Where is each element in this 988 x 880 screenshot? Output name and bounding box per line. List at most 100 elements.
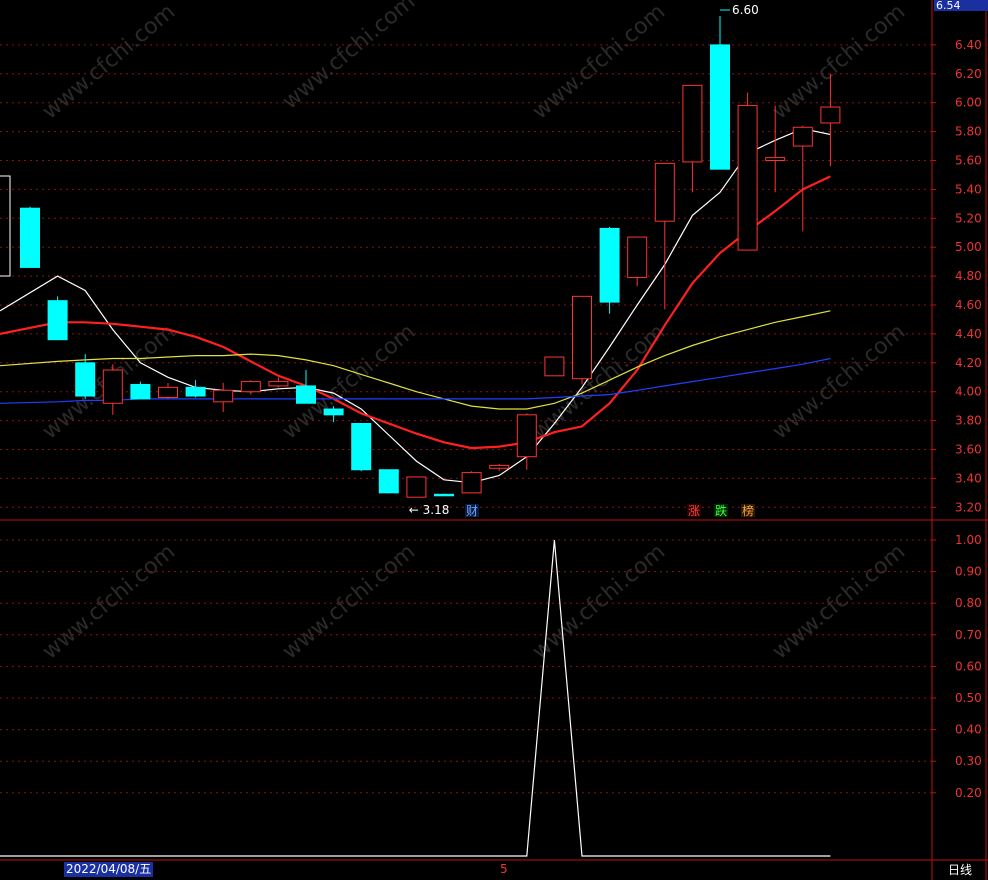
indicator-tick-label: 0.80	[955, 596, 982, 610]
candle[interactable]	[102, 364, 123, 415]
price-tick-label: 6.00	[955, 96, 982, 110]
rank-marker: 榜	[741, 503, 755, 518]
candle-body	[240, 381, 261, 393]
candle-body	[544, 356, 565, 377]
candle-body	[20, 207, 40, 268]
candle-body	[213, 389, 234, 403]
candle-body	[516, 414, 537, 458]
candle-body	[378, 469, 399, 494]
candle-body	[627, 236, 648, 279]
watermark-text: www.cfchi.com	[528, 0, 670, 125]
candle[interactable]	[627, 236, 648, 287]
moving-average-lines	[0, 128, 831, 484]
indicator-tick-label: 0.90	[955, 565, 982, 579]
candle-body	[599, 227, 620, 303]
watermark-text: www.cfchi.com	[278, 539, 420, 664]
candle[interactable]	[682, 84, 703, 193]
candle-body	[268, 381, 289, 387]
candle[interactable]	[654, 162, 675, 310]
price-tick-label: 5.20	[955, 211, 982, 225]
candle-body	[158, 386, 178, 398]
candle[interactable]	[489, 463, 510, 472]
candle-body	[185, 386, 206, 397]
rise-marker-text: 涨	[688, 503, 700, 518]
price-tick-label: 6.20	[955, 67, 982, 81]
fall-marker: 跌	[714, 503, 728, 518]
price-tick-label: 4.20	[955, 356, 982, 370]
candle-body	[47, 300, 68, 341]
candle[interactable]	[240, 380, 261, 395]
candle-body	[792, 126, 813, 147]
price-tick-label: 4.00	[955, 385, 982, 399]
indicator-tick-label: 0.40	[955, 723, 982, 737]
candle-body	[572, 295, 592, 380]
candle-body	[489, 464, 510, 469]
candle[interactable]	[572, 295, 592, 385]
finance-marker-text: 财	[466, 504, 478, 518]
rise-marker: 涨	[687, 503, 701, 518]
indicator-tick-label: 0.70	[955, 628, 982, 642]
rank-marker-text: 榜	[742, 503, 754, 518]
candle-body	[434, 493, 454, 497]
period-selector[interactable]: 日线	[936, 862, 984, 878]
candle[interactable]	[20, 206, 40, 268]
candle-body	[75, 362, 96, 397]
candle-body	[351, 422, 372, 471]
candle[interactable]	[710, 16, 730, 170]
price-tick-label: 3.60	[955, 443, 982, 457]
candle[interactable]	[792, 125, 813, 232]
candle[interactable]	[461, 471, 482, 494]
candle[interactable]	[185, 380, 206, 398]
price-axis: 6.40 6.20 6.00 5.80 5.60 5.40 5.20 5.00 4.80 4.60…	[932, 38, 982, 514]
candle[interactable]	[351, 422, 372, 472]
candle[interactable]	[599, 226, 620, 314]
candle-body	[682, 84, 703, 163]
price-tick-label: 5.40	[955, 182, 982, 196]
price-tick-label: 5.80	[955, 125, 982, 139]
candle-body	[296, 385, 316, 404]
candle[interactable]	[406, 476, 427, 498]
indicator-tick-label: 0.30	[955, 754, 982, 768]
price-tick-label: 4.40	[955, 327, 982, 341]
candle[interactable]	[130, 381, 151, 400]
candle-body	[130, 383, 151, 400]
candle[interactable]	[213, 383, 234, 412]
candle[interactable]	[296, 370, 316, 404]
candle[interactable]	[47, 296, 68, 341]
price-tick-label: 4.80	[955, 269, 982, 283]
indicator-tick-label: 1.00	[955, 533, 982, 547]
indicator-tick-label: 0.20	[955, 786, 982, 800]
candle[interactable]	[737, 92, 758, 251]
candle-body	[102, 369, 123, 404]
low-price-label: ← 3.18	[409, 503, 450, 517]
candle[interactable]	[378, 469, 399, 494]
candle-body	[323, 408, 344, 416]
watermark-text: www.cfchi.com	[768, 0, 910, 125]
watermark-text: www.cfchi.com	[768, 539, 910, 664]
price-tick-label: 6.40	[955, 38, 982, 52]
date-label: 2022/04/08/五	[64, 862, 154, 877]
stock-chart[interactable]: www.cfchi.com www.cfchi.com www.cfchi.com w…	[0, 0, 988, 880]
left-edge-bracket	[0, 175, 11, 277]
fall-marker-text: 跌	[715, 503, 727, 518]
watermark-text: www.cfchi.com	[38, 0, 180, 125]
finance-marker: 财	[465, 504, 479, 518]
candle[interactable]	[434, 493, 454, 497]
watermark-text: www.cfchi.com	[278, 319, 420, 444]
price-tick-label: 4.60	[955, 298, 982, 312]
price-tick-label: 5.00	[955, 240, 982, 254]
last-price-tag: 6.54	[934, 0, 988, 11]
watermark-text: www.cfchi.com	[38, 539, 180, 664]
ma5-line	[0, 128, 831, 484]
candle[interactable]	[158, 383, 178, 399]
cursor-position-label: 5	[500, 862, 508, 876]
candle[interactable]	[544, 356, 565, 377]
price-tick-label: 3.80	[955, 414, 982, 428]
candle-body	[461, 472, 482, 494]
watermark-text: www.cfchi.com	[528, 319, 670, 444]
ma10-line	[0, 175, 831, 450]
candle-body	[406, 476, 427, 498]
candle-body	[820, 106, 841, 124]
candle-body	[765, 157, 786, 162]
price-tick-label: 3.40	[955, 471, 982, 485]
